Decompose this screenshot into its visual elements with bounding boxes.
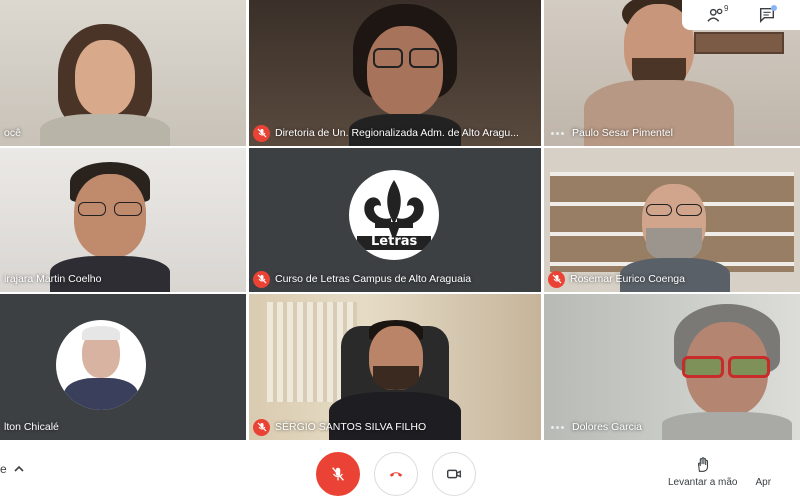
mic-muted-icon [548, 270, 565, 288]
participant-nameplate: Rosemar Eurico Coenga [548, 270, 685, 288]
raise-hand-label: Levantar a mão [668, 477, 738, 488]
mic-muted-icon [253, 418, 270, 436]
mic-toggle-button[interactable] [316, 452, 360, 496]
hangup-icon [389, 472, 403, 477]
chat-notification-dot [770, 5, 777, 11]
participant-tile-1[interactable]: Diretoria de Un. Regionalizada Adm. de A… [249, 0, 541, 146]
mic-muted-icon [253, 270, 270, 288]
present-label: Apr [755, 477, 772, 488]
meeting-screen: ocê Diretoria de Un. Regionalizada Adm. … [0, 0, 800, 500]
participant-count: 9 [724, 4, 729, 13]
participant-name: ocê [4, 127, 21, 139]
avatar-text: Letras [371, 234, 418, 249]
speaking-indicator-icon [548, 125, 567, 142]
speaking-indicator-icon [548, 419, 567, 436]
meeting-details-text: e [0, 462, 7, 476]
chevron-up-icon[interactable] [13, 463, 25, 475]
participant-tile-4[interactable]: Letras Curso de Letras Campus de Alto Ar… [249, 148, 541, 292]
participant-tile-5[interactable]: Rosemar Eurico Coenga [544, 148, 800, 292]
meeting-details[interactable]: e [0, 462, 25, 476]
participant-nameplate: Dolores Garcia [548, 418, 642, 436]
meeting-actions: Levantar a mão Apr [668, 456, 771, 488]
participant-tile-0[interactable]: ocê [0, 0, 246, 146]
people-icon[interactable]: 9 [705, 4, 729, 26]
participant-nameplate: Paulo Sesar Pimentel [548, 124, 673, 142]
bottom-control-bar: e Levantar a mão Apr [0, 440, 800, 500]
participant-name: Paulo Sesar Pimentel [572, 127, 673, 139]
mic-off-icon [332, 467, 344, 481]
participant-nameplate: Diretoria de Un. Regionalizada Adm. de A… [253, 124, 519, 142]
participant-nameplate: Curso de Letras Campus de Alto Araguaia [253, 270, 471, 288]
participant-tile-3[interactable]: irajara Martin Coelho [0, 148, 246, 292]
participant-name: lton Chicalé [4, 421, 59, 433]
participant-avatar [56, 320, 146, 410]
call-controls [316, 452, 476, 496]
participant-video [662, 304, 792, 440]
participant-name: Dolores Garcia [572, 421, 643, 433]
participant-tile-7[interactable]: SÉRGIO SANTOS SILVA FILHO [249, 294, 541, 440]
participant-name: Rosemar Eurico Coenga [570, 273, 685, 285]
present-button[interactable]: Apr [756, 456, 772, 488]
participant-name: irajara Martin Coelho [4, 273, 102, 285]
participant-name: Curso de Letras Campus de Alto Araguaia [275, 273, 472, 285]
participant-name: SÉRGIO SANTOS SILVA FILHO [275, 421, 427, 433]
raise-hand-button[interactable]: Levantar a mão [668, 456, 738, 488]
top-toolbar: 9 [682, 0, 800, 30]
participant-nameplate: SÉRGIO SANTOS SILVA FILHO [253, 418, 426, 436]
camera-toggle-button[interactable] [432, 452, 476, 496]
hand-icon [697, 457, 708, 472]
participant-grid: ocê Diretoria de Un. Regionalizada Adm. … [0, 0, 800, 440]
leave-call-button[interactable] [374, 452, 418, 496]
participant-nameplate: ocê [4, 124, 21, 142]
participant-name: Diretoria de Un. Regionalizada Adm. de A… [275, 127, 519, 139]
participant-video [40, 18, 170, 146]
participant-nameplate: irajara Martin Coelho [4, 270, 101, 288]
participant-avatar: Letras [349, 170, 439, 260]
participant-nameplate: lton Chicalé [4, 418, 59, 436]
participant-tile-6[interactable]: lton Chicalé [0, 294, 246, 440]
mic-muted-icon [253, 124, 270, 142]
camera-icon [446, 469, 461, 479]
chat-icon[interactable] [756, 4, 778, 26]
participant-tile-8[interactable]: Dolores Garcia [544, 294, 800, 440]
